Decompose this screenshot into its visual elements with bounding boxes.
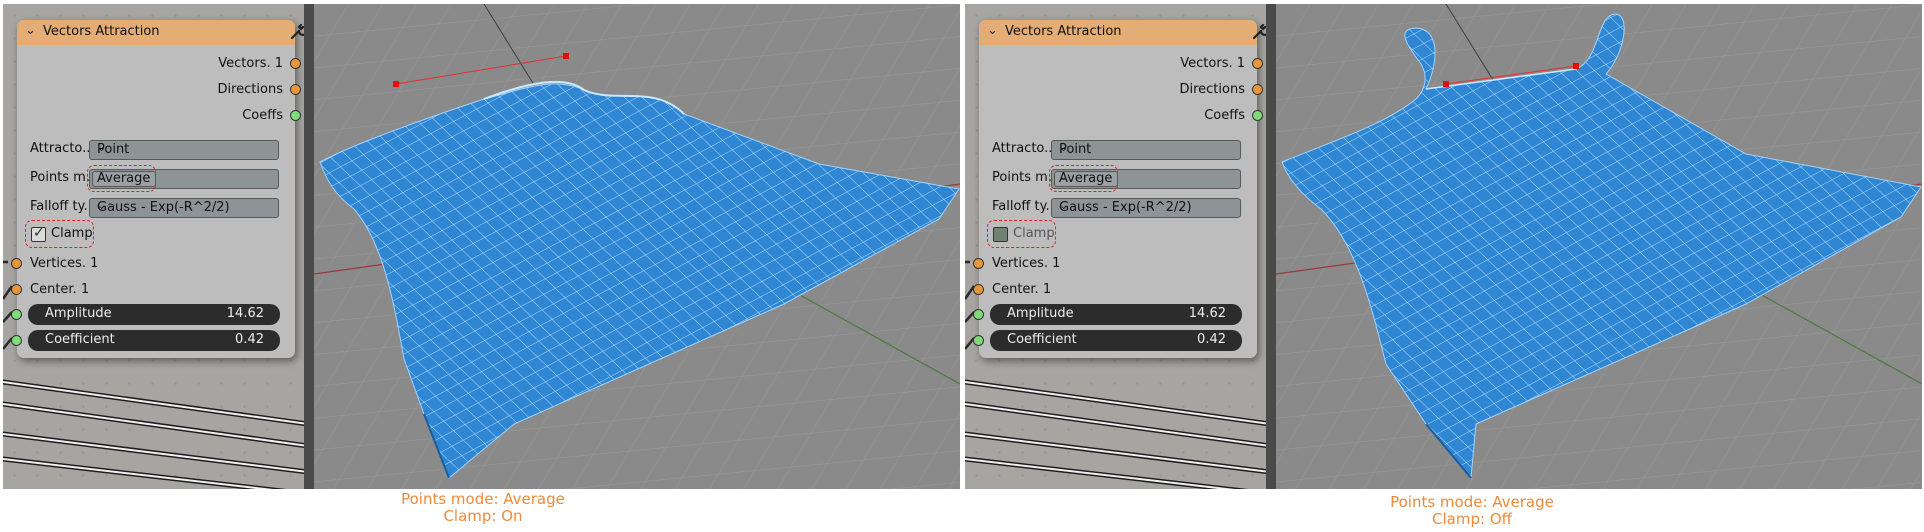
chevron-down-icon[interactable]: ⌄ <box>987 23 998 38</box>
node-title: Vectors Attraction <box>1005 24 1122 39</box>
input-vertices-socket[interactable] <box>11 258 22 269</box>
input-coefficient-socket[interactable] <box>11 335 22 346</box>
amplitude-value: 14.62 <box>1188 306 1226 321</box>
attractor-type-label: Attracto... <box>30 141 95 156</box>
area-splitter[interactable] <box>1266 4 1276 489</box>
coefficient-value: 0.42 <box>235 332 264 347</box>
caption-points-mode: Points mode: Average <box>401 490 565 508</box>
coefficient-value: 0.42 <box>1197 332 1226 347</box>
amplitude-slider[interactable]: Amplitude 14.62 <box>28 304 280 325</box>
viewport-scene <box>1276 4 1922 489</box>
falloff-type-label: Falloff ty... <box>992 199 1058 214</box>
attractor-type-select[interactable]: Point ⌄ <box>1051 140 1241 160</box>
output-vectors-socket[interactable] <box>290 58 301 69</box>
points-mode-highlight <box>87 165 156 192</box>
vectors-attraction-node[interactable]: ⌄ Vectors Attraction Vectors. 1 Directio… <box>973 20 1269 358</box>
amplitude-label: Amplitude <box>45 306 112 321</box>
points-mode-highlight <box>1049 165 1118 192</box>
node-title: Vectors Attraction <box>43 24 160 39</box>
chevron-down-icon[interactable]: ⌄ <box>25 23 36 38</box>
input-center-label: Center. 1 <box>992 282 1052 297</box>
output-coeffs-socket[interactable] <box>1252 110 1263 121</box>
amplitude-label: Amplitude <box>1007 306 1074 321</box>
coefficient-label: Coefficient <box>1007 332 1077 347</box>
node-header[interactable]: ⌄ Vectors Attraction <box>17 20 307 45</box>
vectors-attraction-node[interactable]: ⌄ Vectors Attraction Vectors. 1 Directio… <box>11 20 307 358</box>
output-vectors-label: Vectors. 1 <box>218 56 283 71</box>
input-center-socket[interactable] <box>11 284 22 295</box>
caption-clamp: Clamp: Off <box>1432 510 1512 528</box>
chevron-down-icon: ⌄ <box>1059 141 1069 154</box>
output-directions-label: Directions <box>217 82 283 97</box>
input-vertices-label: Vertices. 1 <box>30 256 99 271</box>
caption-panel-2: Points mode: Average Clamp: Off <box>1272 494 1672 528</box>
node-editor-panel-1: ⌄ Vectors Attraction Vectors. 1 Directio… <box>3 4 960 489</box>
area-splitter[interactable] <box>304 4 314 489</box>
coefficient-slider[interactable]: Coefficient 0.42 <box>28 330 280 351</box>
coefficient-slider[interactable]: Coefficient 0.42 <box>990 330 1242 351</box>
caption-points-mode: Points mode: Average <box>1390 493 1554 511</box>
attractor-type-select[interactable]: Point ⌄ <box>89 140 279 160</box>
falloff-type-select[interactable]: Gauss - Exp(-R^2/2) ⌄ <box>89 198 279 218</box>
output-vectors-label: Vectors. 1 <box>1180 56 1245 71</box>
output-directions-socket[interactable] <box>1252 84 1263 95</box>
chevron-down-icon: ⌄ <box>97 199 107 212</box>
clamp-highlight <box>25 220 94 248</box>
output-directions-label: Directions <box>1179 82 1245 97</box>
input-coefficient-socket[interactable] <box>973 335 984 346</box>
input-vertices-socket[interactable] <box>973 258 984 269</box>
caption-clamp: Clamp: On <box>443 507 523 525</box>
coefficient-label: Coefficient <box>45 332 115 347</box>
viewport-scene <box>314 4 960 489</box>
caption-panel-1: Points mode: Average Clamp: On <box>283 491 683 525</box>
falloff-type-label: Falloff ty... <box>30 199 96 214</box>
input-vertices-label: Vertices. 1 <box>992 256 1061 271</box>
amplitude-slider[interactable]: Amplitude 14.62 <box>990 304 1242 325</box>
3d-viewport[interactable] <box>314 4 960 489</box>
input-center-socket[interactable] <box>973 284 984 295</box>
output-directions-socket[interactable] <box>290 84 301 95</box>
node-editor-area[interactable]: ⌄ Vectors Attraction Vectors. 1 Directio… <box>3 4 308 489</box>
falloff-type-select[interactable]: Gauss - Exp(-R^2/2) ⌄ <box>1051 198 1241 218</box>
output-coeffs-label: Coeffs <box>1204 108 1245 123</box>
node-header[interactable]: ⌄ Vectors Attraction <box>979 20 1269 45</box>
input-amplitude-socket[interactable] <box>11 309 22 320</box>
clamp-highlight <box>987 220 1056 248</box>
3d-viewport[interactable] <box>1276 4 1922 489</box>
input-amplitude-socket[interactable] <box>973 309 984 320</box>
output-coeffs-label: Coeffs <box>242 108 283 123</box>
chevron-down-icon: ⌄ <box>97 141 107 154</box>
output-coeffs-socket[interactable] <box>290 110 301 121</box>
node-editor-panel-2: ⌄ Vectors Attraction Vectors. 1 Directio… <box>965 4 1922 489</box>
amplitude-value: 14.62 <box>226 306 264 321</box>
output-vectors-socket[interactable] <box>1252 58 1263 69</box>
chevron-down-icon: ⌄ <box>1059 199 1069 212</box>
input-center-label: Center. 1 <box>30 282 90 297</box>
node-editor-area[interactable]: ⌄ Vectors Attraction Vectors. 1 Directio… <box>965 4 1270 489</box>
attractor-type-label: Attracto... <box>992 141 1057 156</box>
